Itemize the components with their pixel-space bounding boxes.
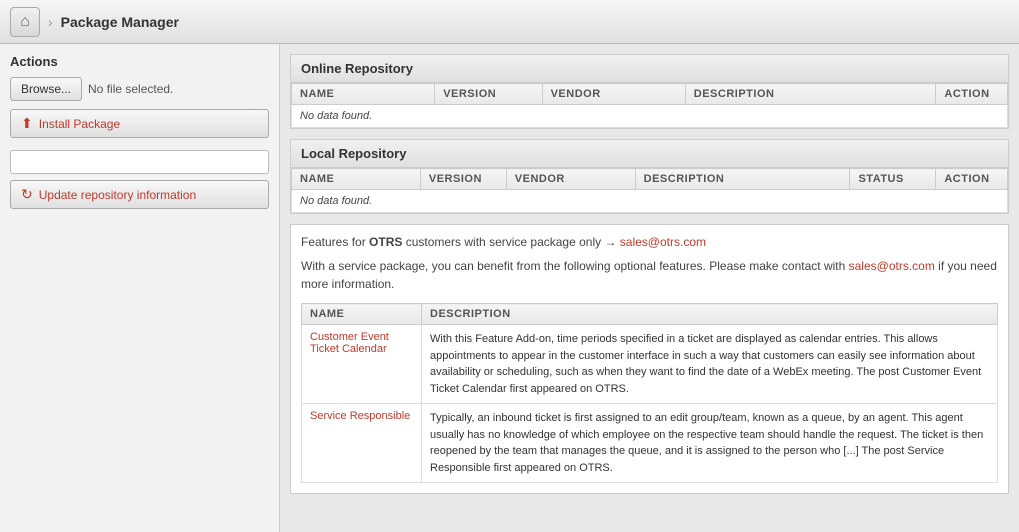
local-col-action: ACTION [936,169,1008,190]
feature-name-link[interactable]: Service Responsible [310,410,410,422]
content-area: Online Repository NAME VERSION VENDOR DE… [280,44,1019,532]
local-repo-section: Local Repository NAME VERSION VENDOR DES… [290,139,1009,214]
upload-icon: ⬆ [21,115,33,132]
local-col-vendor: VENDOR [506,169,635,190]
features-header-prefix: Features for [301,235,369,249]
no-file-label: No file selected. [88,82,173,96]
file-input-row: Browse... No file selected. [10,77,269,101]
browse-button[interactable]: Browse... [10,77,82,101]
update-repo-button[interactable]: ↻ Update repository information [10,180,269,209]
home-button[interactable]: ⌂ [10,7,40,37]
online-no-data-cell: No data found. [292,105,1008,128]
online-repo-header: Online Repository [291,55,1008,83]
install-package-label: Install Package [39,117,120,131]
online-col-name: NAME [292,84,435,105]
local-col-version: VERSION [420,169,506,190]
local-repo-table: NAME VERSION VENDOR DESCRIPTION STATUS A… [291,168,1008,213]
breadcrumb-arrow: › [48,14,53,30]
online-col-version: VERSION [435,84,542,105]
local-no-data-row: No data found. [292,190,1008,213]
actions-title: Actions [10,54,269,69]
features-header-email[interactable]: sales@otrs.com [620,235,706,249]
features-table: NAME DESCRIPTION Customer Event Ticket C… [301,303,998,483]
feature-row: Service Responsible Typically, an inbound… [302,404,998,483]
local-no-data-cell: No data found. [292,190,1008,213]
top-bar: ⌂ › Package Manager [0,0,1019,44]
features-desc-email[interactable]: sales@otrs.com [849,259,935,273]
online-col-description: DESCRIPTION [685,84,936,105]
feature-name-cell: Service Responsible [302,404,422,483]
feat-col-name: NAME [302,304,422,325]
online-repo-table: NAME VERSION VENDOR DESCRIPTION ACTION N… [291,83,1008,128]
features-header-middle: customers with service package only → [402,235,619,249]
repo-url-input[interactable] [10,150,269,174]
refresh-icon: ↻ [21,186,33,203]
install-package-button[interactable]: ⬆ Install Package [10,109,269,138]
main-layout: Actions Browse... No file selected. ⬆ In… [0,44,1019,532]
feature-description-cell: With this Feature Add-on, time periods s… [422,325,998,404]
otrs-label: OTRS [369,235,402,249]
features-description: With a service package, you can benefit … [301,257,998,293]
local-col-status: STATUS [850,169,936,190]
features-desc-before: With a service package, you can benefit … [301,259,849,273]
feature-name-cell: Customer Event Ticket Calendar [302,325,422,404]
sidebar: Actions Browse... No file selected. ⬆ In… [0,44,280,532]
online-no-data-row: No data found. [292,105,1008,128]
local-col-name: NAME [292,169,421,190]
online-repo-section: Online Repository NAME VERSION VENDOR DE… [290,54,1009,129]
local-col-description: DESCRIPTION [635,169,850,190]
features-section: Features for OTRS customers with service… [290,224,1009,494]
update-repo-label: Update repository information [39,188,196,202]
local-repo-header: Local Repository [291,140,1008,168]
online-col-action: ACTION [936,84,1008,105]
feature-name-link[interactable]: Customer Event Ticket Calendar [310,331,389,355]
feature-description-cell: Typically, an inbound ticket is first as… [422,404,998,483]
home-icon: ⌂ [20,13,30,31]
feature-row: Customer Event Ticket Calendar With this … [302,325,998,404]
page-title: Package Manager [61,14,179,30]
features-header: Features for OTRS customers with service… [301,235,998,249]
online-col-vendor: VENDOR [542,84,685,105]
feat-col-description: DESCRIPTION [422,304,998,325]
